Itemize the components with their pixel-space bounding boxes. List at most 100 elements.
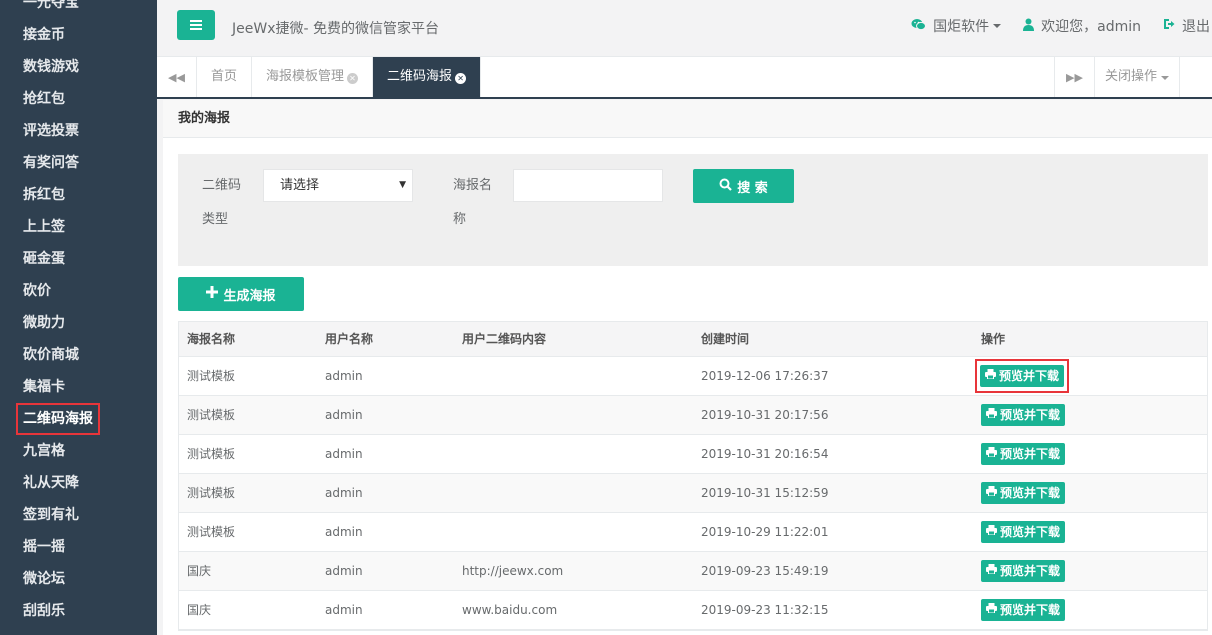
table-header-row: 海报名称 用户名称 用户二维码内容 创建时间 操作 <box>179 322 1207 357</box>
sign-out-icon <box>1163 18 1175 34</box>
tabs-scroll-left-button[interactable]: ◀◀ <box>157 57 197 97</box>
user-menu[interactable]: 欢迎您，admin <box>1023 16 1141 36</box>
search-button[interactable]: 搜 索 <box>693 169 794 203</box>
qr-content-cell <box>454 473 693 513</box>
sidebar-item-label: 微助力 <box>23 315 65 331</box>
column-header-user-name: 用户名称 <box>317 322 454 357</box>
sidebar-item[interactable]: 签到有礼 <box>0 499 157 531</box>
actions-cell: 预览并下载 <box>973 473 1207 513</box>
poster-name-label: 海报名 <box>453 178 493 193</box>
sidebar-item[interactable]: 数钱游戏 <box>0 51 157 83</box>
close-operations-label: 关闭操作 <box>1105 69 1158 84</box>
preview-download-button[interactable]: 预览并下载 <box>981 403 1066 426</box>
sidebar-item-label: 砸金蛋 <box>23 251 65 267</box>
created-time-cell: 2019-12-06 17:26:37 <box>693 356 973 396</box>
poster-name-cell: 测试模板 <box>179 434 317 474</box>
tab[interactable]: 首页 <box>197 57 253 97</box>
user-name-cell: admin <box>317 590 454 630</box>
preview-download-label: 预览并下载 <box>1000 447 1061 461</box>
select-arrow-icon: ▼ <box>399 180 406 190</box>
panel-title: 我的海报 <box>163 100 1212 138</box>
sidebar-item-label: 摇一摇 <box>23 539 65 555</box>
logout-link[interactable]: 退出 <box>1163 16 1210 36</box>
table-row: 测试模板 admin 2019-10-31 20:16:54 预览并下载 <box>179 434 1207 474</box>
generate-poster-label: 生成海报 <box>223 288 276 304</box>
tab-label: 海报模板管理 <box>266 69 345 84</box>
sidebar-item[interactable]: 一元夺宝 <box>0 0 157 19</box>
close-icon[interactable]: ✕ <box>455 73 467 84</box>
sidebar-item[interactable]: 集福卡 <box>0 371 157 403</box>
poster-name-input[interactable] <box>513 169 663 202</box>
preview-download-label: 预览并下载 <box>1000 603 1061 617</box>
qr-content-cell <box>454 395 693 435</box>
sidebar-item[interactable]: 砍价商城 <box>0 339 157 371</box>
sidebar-item-label: 签到有礼 <box>23 507 79 523</box>
sidebar-item[interactable]: 九宫格 <box>0 435 157 467</box>
generate-poster-button[interactable]: 生成海报 <box>178 277 304 311</box>
sidebar-item-label: 抢红包 <box>23 91 65 107</box>
preview-download-button[interactable]: 预览并下载 <box>981 559 1066 582</box>
preview-download-button[interactable]: 预览并下载 <box>981 598 1066 621</box>
qr-content-cell: www.baidu.com <box>454 590 693 630</box>
preview-download-button[interactable]: 预览并下载 <box>981 481 1066 504</box>
sidebar-item[interactable]: 摇一摇 <box>0 531 157 563</box>
table-row: 测试模板 admin 2019-12-06 17:26:37 预览并下载 <box>179 356 1207 396</box>
chevron-down-icon <box>993 24 1002 28</box>
sidebar-item-label: 刮刮乐 <box>23 603 65 619</box>
tabs-bar: ◀◀ 首页 海报模板管理 ✕ 二维码海报 ✕ ▶▶ 关闭操作 <box>157 57 1212 99</box>
sidebar-item[interactable]: 接金币 <box>0 19 157 51</box>
sidebar-item[interactable]: 砍价 <box>0 275 157 307</box>
preview-download-button[interactable]: 预览并下载 <box>981 442 1066 465</box>
created-time-cell: 2019-10-29 11:22:01 <box>693 512 973 552</box>
preview-download-label: 预览并下载 <box>1000 525 1061 539</box>
user-name-cell: admin <box>317 434 454 474</box>
created-time-cell: 2019-10-31 15:12:59 <box>693 473 973 513</box>
tab[interactable]: 二维码海报 ✕ <box>373 57 482 97</box>
sidebar-item-label: 集福卡 <box>23 379 65 395</box>
sidebar-item[interactable]: 拆红包 <box>0 179 157 211</box>
main-panel: 我的海报 二维码 类型 请选择 ▼ 海报名 称 搜 索 生成海报 海报名称 用户… <box>163 100 1212 635</box>
sidebar-item[interactable]: 评选投票 <box>0 115 157 147</box>
print-icon <box>986 564 997 577</box>
sidebar-item-label: 评选投票 <box>23 123 79 139</box>
actions-cell: 预览并下载 <box>973 551 1207 591</box>
sidebar-item-label: 数钱游戏 <box>23 59 79 75</box>
created-time-cell: 2019-09-23 11:32:15 <box>693 590 973 630</box>
sidebar-item[interactable]: 上上签 <box>0 211 157 243</box>
close-icon[interactable]: ✕ <box>347 73 359 84</box>
poster-name-label-cont: 称 <box>453 212 467 227</box>
user-name-cell: admin <box>317 551 454 591</box>
qr-type-label-cont: 类型 <box>202 212 229 227</box>
actions-cell: 预览并下载 <box>973 434 1207 474</box>
poster-name-cell: 测试模板 <box>179 473 317 513</box>
print-icon <box>986 408 997 421</box>
search-button-label: 搜 索 <box>737 180 768 196</box>
user-icon <box>1023 18 1035 35</box>
sidebar-item[interactable]: 礼从天降 <box>0 467 157 499</box>
sidebar-item-label: 接金币 <box>23 27 65 43</box>
qr-type-select[interactable]: 请选择 ▼ <box>263 169 413 202</box>
tabs-scroll-right-button[interactable]: ▶▶ <box>1054 57 1094 97</box>
tab-label: 二维码海报 <box>387 69 453 84</box>
company-menu[interactable]: 国炬软件 <box>911 16 1002 36</box>
close-operations-menu[interactable]: 关闭操作 <box>1094 57 1181 97</box>
tab[interactable]: 海报模板管理 ✕ <box>252 57 374 97</box>
poster-name-cell: 测试模板 <box>179 512 317 552</box>
sidebar-item[interactable]: 有奖问答 <box>0 147 157 179</box>
sidebar-item[interactable]: 抢红包 <box>0 83 157 115</box>
sidebar-item[interactable]: 微助力 <box>0 307 157 339</box>
search-form: 二维码 类型 请选择 ▼ 海报名 称 搜 索 <box>178 154 1208 266</box>
qr-content-cell <box>454 434 693 474</box>
menu-toggle-button[interactable] <box>177 10 215 40</box>
preview-download-button[interactable]: 预览并下载 <box>981 520 1066 543</box>
preview-download-label: 预览并下载 <box>1000 408 1061 422</box>
page-tabs: 首页 海报模板管理 ✕ 二维码海报 ✕ <box>197 57 482 97</box>
sidebar-item[interactable]: 微论坛 <box>0 563 157 595</box>
sidebar-item[interactable]: 二维码海报 <box>0 403 157 435</box>
sidebar-item[interactable]: 刮刮乐 <box>0 595 157 627</box>
preview-download-button[interactable]: 预览并下载 <box>980 364 1065 387</box>
sidebar-item[interactable]: 砸金蛋 <box>0 243 157 275</box>
created-time-cell: 2019-10-31 20:17:56 <box>693 395 973 435</box>
table-row: 测试模板 admin 2019-10-31 15:12:59 预览并下载 <box>179 473 1207 513</box>
sidebar-item-label: 一元夺宝 <box>23 0 79 11</box>
